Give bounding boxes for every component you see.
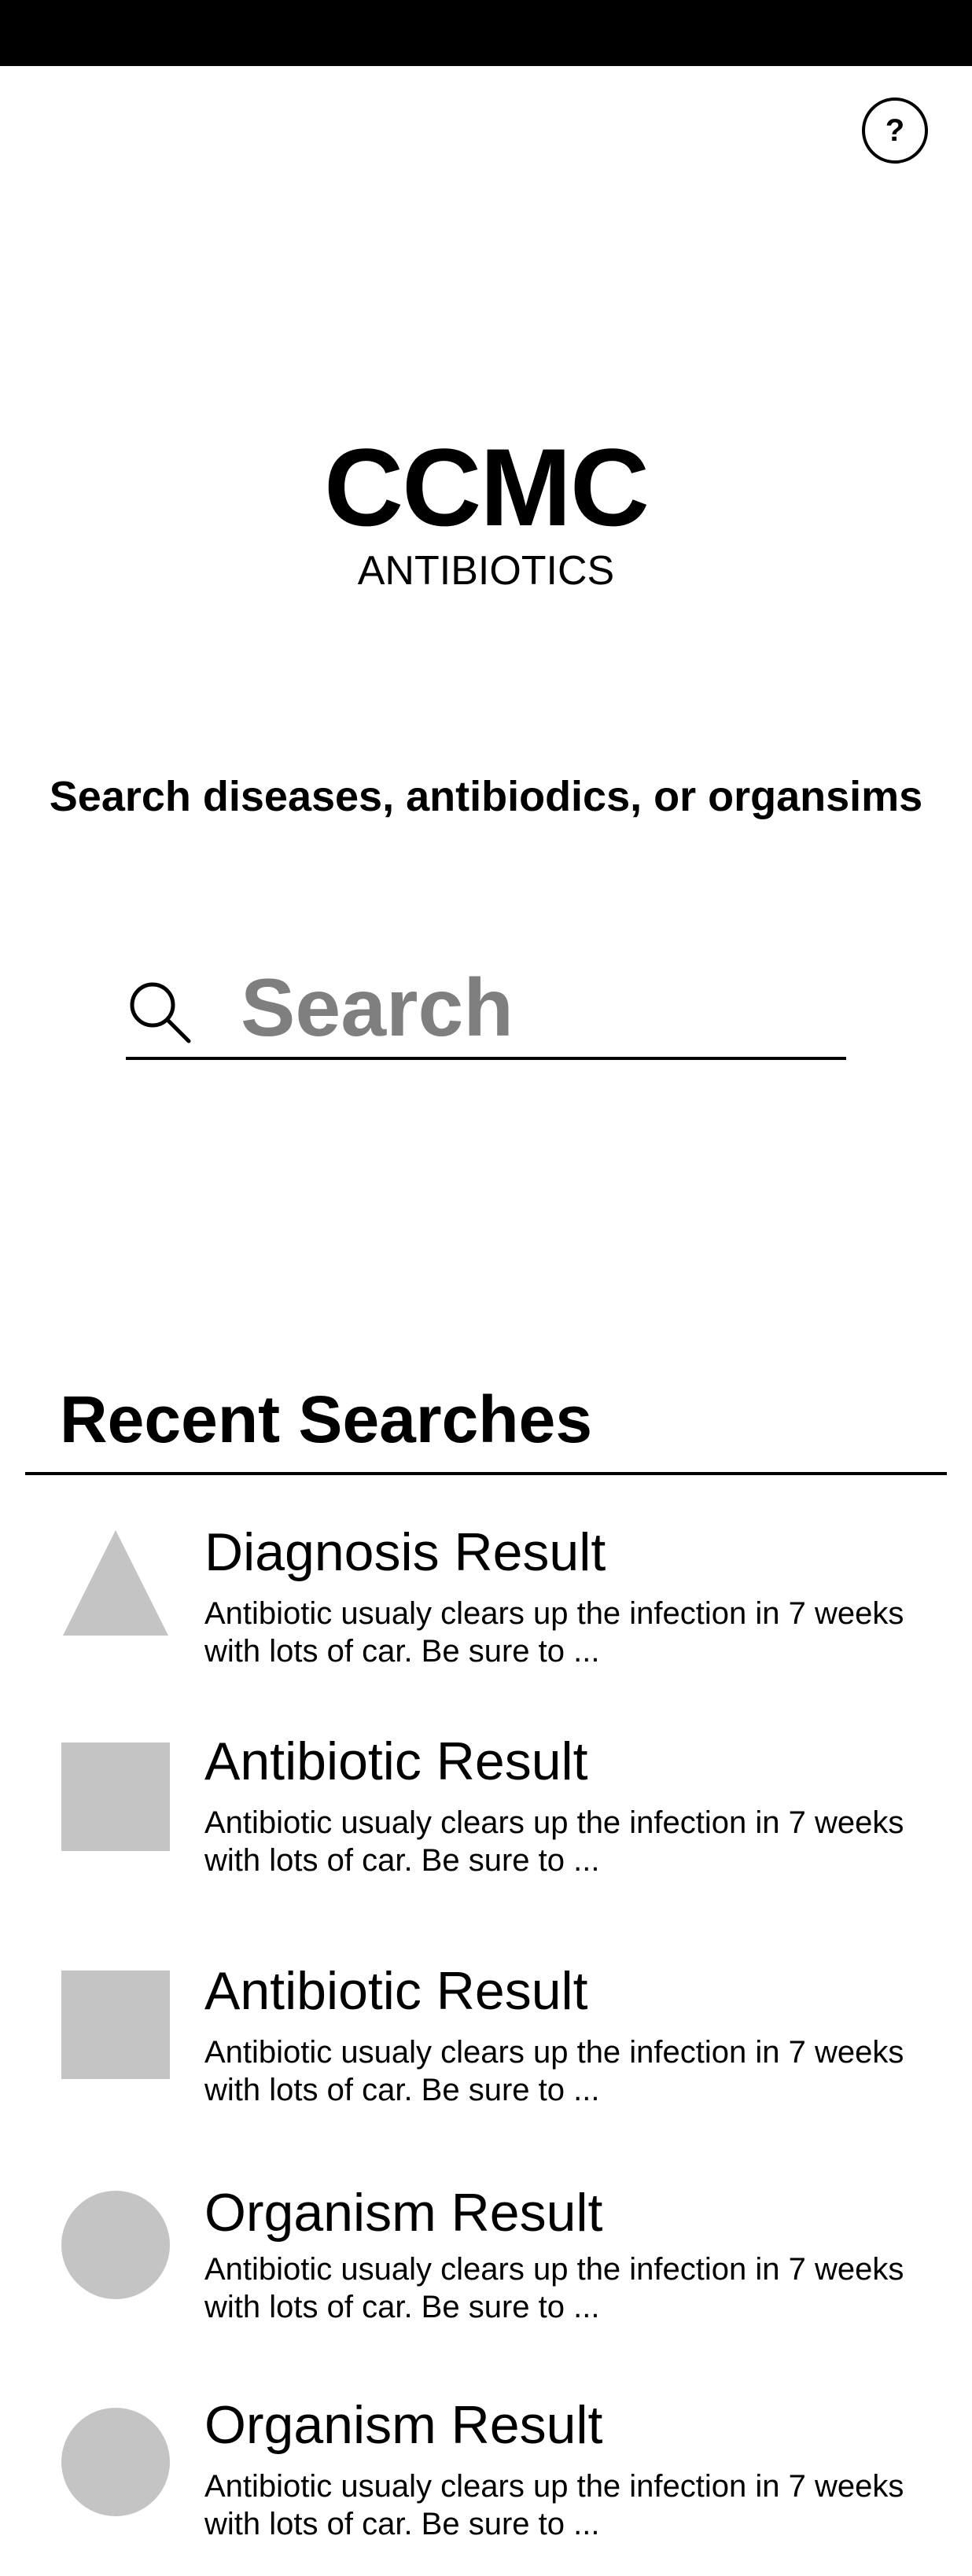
- square-icon: [61, 1742, 170, 1851]
- result-title: Antibiotic Result: [204, 1731, 588, 1791]
- app-subtitle: ANTIBIOTICS: [357, 548, 615, 594]
- recent-result-item[interactable]: Antibiotic Result Antibiotic usualy clea…: [0, 1958, 972, 2139]
- result-description: Antibiotic usualy clears up the infectio…: [204, 2252, 904, 2324]
- result-description: Antibiotic usualy clears up the infectio…: [204, 1596, 904, 1669]
- result-description: Antibiotic usualy clears up the infectio…: [204, 2469, 904, 2541]
- search-icon[interactable]: [126, 978, 193, 1046]
- recent-searches-heading: Recent Searches: [60, 1382, 593, 1456]
- search-bar[interactable]: [126, 944, 846, 1060]
- recent-result-item[interactable]: Organism Result Antibiotic usualy clears…: [0, 2392, 972, 2573]
- circle-icon: [61, 2191, 170, 2299]
- recent-result-item[interactable]: Organism Result Antibiotic usualy clears…: [0, 2180, 972, 2361]
- section-divider: [25, 1472, 947, 1475]
- result-title: Diagnosis Result: [204, 1522, 606, 1582]
- result-title: Organism Result: [204, 2183, 603, 2243]
- search-prompt: Search diseases, antibiodics, or organsi…: [49, 773, 923, 820]
- help-icon: ?: [885, 112, 905, 148]
- result-title: Antibiotic Result: [204, 1961, 588, 2021]
- help-button[interactable]: ?: [862, 98, 928, 164]
- result-title: Organism Result: [204, 2395, 603, 2455]
- triangle-icon: [63, 1530, 168, 1636]
- recent-result-item[interactable]: Antibiotic Result Antibiotic usualy clea…: [0, 1728, 972, 1909]
- result-description: Antibiotic usualy clears up the infectio…: [204, 1805, 904, 1878]
- status-bar: [0, 0, 972, 66]
- recent-result-item[interactable]: Diagnosis Result Antibiotic usualy clear…: [0, 1519, 972, 1700]
- square-icon: [61, 1971, 170, 2079]
- search-input[interactable]: [241, 961, 791, 1055]
- circle-icon: [61, 2408, 170, 2516]
- app-title: CCMC: [324, 425, 650, 549]
- result-description: Antibiotic usualy clears up the infectio…: [204, 2035, 904, 2107]
